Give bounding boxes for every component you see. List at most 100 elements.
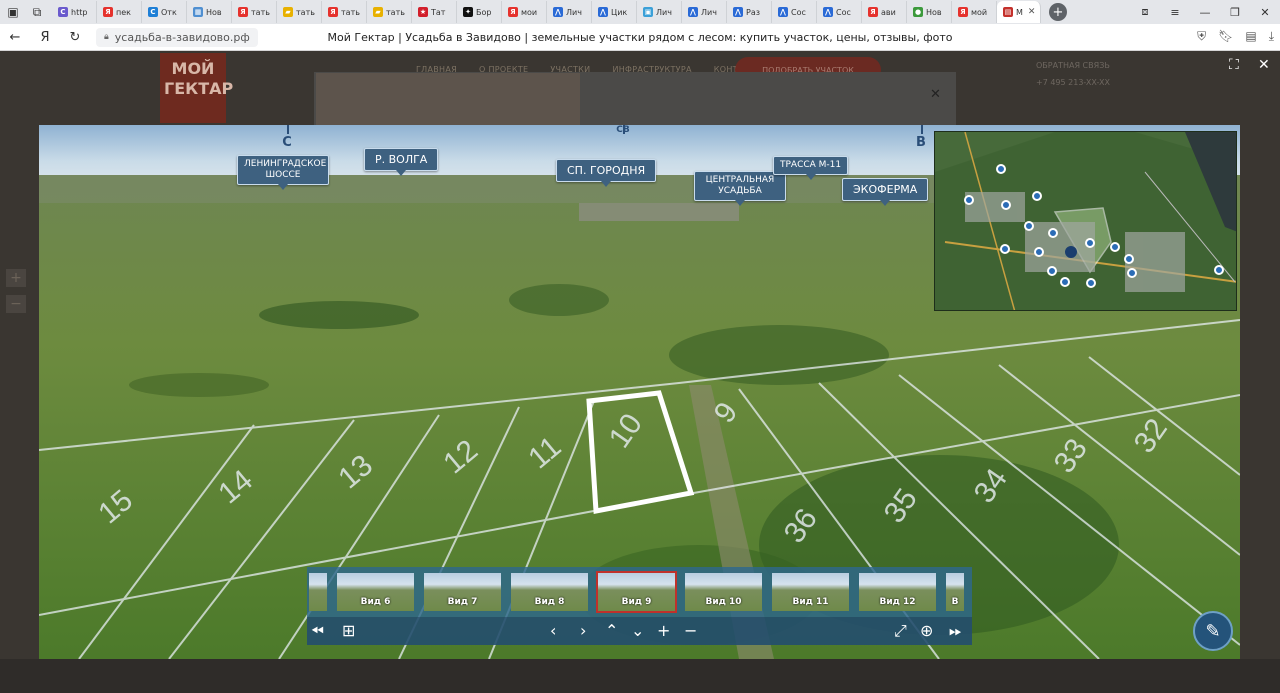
browser-tab[interactable]: ⋀ Цик — [592, 1, 637, 23]
tab-label: Тат — [431, 7, 446, 17]
view-thumbnail[interactable]: Вид 10 — [683, 571, 764, 613]
lock-icon: 🔒︎ — [104, 32, 109, 42]
restore-button[interactable]: ❐ — [1220, 6, 1250, 19]
close-overlay-icon[interactable]: ✕ — [1258, 57, 1270, 73]
browser-tab[interactable]: ✦ Бор — [457, 1, 502, 23]
minimap-pin[interactable] — [1001, 200, 1011, 210]
pan-right-icon[interactable]: › — [580, 620, 586, 642]
browser-tab[interactable]: ⋀ Coc — [817, 1, 862, 23]
minimap-pin[interactable] — [1060, 277, 1070, 287]
minimap-pin[interactable] — [996, 164, 1006, 174]
minimap-pin[interactable] — [1124, 254, 1134, 264]
browser-tab[interactable]: ▰ тать — [367, 1, 412, 23]
browser-tab[interactable]: ⋀ Coc — [772, 1, 817, 23]
minimap-pin[interactable] — [1047, 266, 1057, 276]
pan-down-icon[interactable]: ⌄ — [631, 620, 644, 642]
modal-close-icon[interactable]: ✕ — [930, 87, 941, 102]
browser-tab[interactable]: Chttp — [52, 1, 97, 23]
browser-tab[interactable]: ★ Тат — [412, 1, 457, 23]
tab-label: М — [1016, 7, 1023, 17]
bookmark-icon[interactable]: 🔖︎ — [1218, 29, 1233, 44]
minimap-pin[interactable] — [1214, 265, 1224, 275]
panorama-viewer[interactable]: 15141312111093635343332 ССВВ ЛЕНИНГРАДСК… — [39, 125, 1240, 659]
zoom-out-icon[interactable]: − — [6, 295, 26, 313]
browser-tab[interactable]: ⋀ Лич — [547, 1, 592, 23]
active-browser-tab[interactable]: ▤ М ✕ — [997, 1, 1041, 23]
browser-tab[interactable]: ▰ тать — [277, 1, 322, 23]
tab-label: Цик — [611, 7, 628, 17]
view-thumbnail[interactable] — [307, 571, 329, 613]
pan-left-icon[interactable]: ‹ — [550, 620, 556, 642]
address-actions: ⛨ 🔖︎ ▤ ⤓ — [1197, 29, 1274, 44]
url-text: усадьба-в-завидово.рф — [114, 30, 250, 44]
minimap-pin[interactable] — [1032, 191, 1042, 201]
minimap-pin[interactable] — [1085, 238, 1095, 248]
edit-plot-button[interactable]: ✎ — [1193, 611, 1233, 651]
new-tab-button[interactable]: + — [1049, 3, 1067, 21]
poi-label[interactable]: СП. ГОРОДНЯ — [556, 159, 657, 182]
poi-label[interactable]: Р. ВОЛГА — [364, 148, 439, 171]
fast-forward-icon[interactable]: ⏩︎ — [949, 620, 962, 642]
browser-tab[interactable]: ● Нов — [907, 1, 952, 23]
poi-label[interactable]: ЦЕНТРАЛЬНАЯ УСАДЬБА — [694, 171, 786, 201]
browser-tab[interactable]: ▣ Лич — [637, 1, 682, 23]
close-window-button[interactable]: ✕ — [1250, 6, 1280, 19]
pan-up-icon[interactable]: ⌃ — [605, 620, 618, 642]
tab-label: тать — [386, 7, 405, 17]
browser-tab[interactable]: Ятать — [232, 1, 277, 23]
collections-icon[interactable]: ⧈ — [1130, 5, 1160, 19]
minimap-pin[interactable] — [1000, 244, 1010, 254]
grid-view-icon[interactable]: ⊞ — [342, 620, 355, 642]
browser-tab[interactable]: ▦ Нов — [187, 1, 232, 23]
fullscreen-icon[interactable]: ⛶ — [1229, 57, 1239, 73]
back-button[interactable]: ← — [0, 30, 30, 45]
browser-tab[interactable]: Ямои — [502, 1, 547, 23]
view-thumbnail[interactable]: Вид 8 — [509, 571, 590, 613]
view-thumbnail[interactable]: Вид 7 — [422, 571, 503, 613]
browser-tab[interactable]: Ятать — [322, 1, 367, 23]
browser-tab[interactable]: Ямой — [952, 1, 997, 23]
minimap-pin[interactable] — [1048, 228, 1058, 238]
download-view-icon[interactable]: ⊕ — [920, 620, 933, 642]
download-icon[interactable]: ⤓ — [1269, 29, 1274, 44]
url-field[interactable]: 🔒︎ усадьба-в-завидово.рф — [96, 27, 258, 47]
view-thumbnail[interactable]: Вид 6 — [335, 571, 416, 613]
minimap-pin[interactable] — [1110, 242, 1120, 252]
tab-label: мой — [971, 7, 988, 17]
browser-tab[interactable]: C Отк — [142, 1, 187, 23]
address-bar: ← Я ↻ 🔒︎ усадьба-в-завидово.рф Мой Гекта… — [0, 24, 1280, 51]
new-window-icon[interactable]: ⧉ — [26, 1, 48, 23]
browser-tab[interactable]: ⋀ Лич — [682, 1, 727, 23]
view-thumbnail[interactable]: Вид 9 — [596, 571, 677, 613]
zoom-in-viewer-icon[interactable]: + — [657, 620, 670, 642]
zoom-in-icon[interactable]: + — [6, 269, 26, 287]
yandex-icon[interactable]: Я — [30, 30, 60, 45]
browser-tab[interactable]: Яави — [862, 1, 907, 23]
poi-label[interactable]: ЛЕНИНГРАДСКОЕ ШОССЕ — [237, 155, 329, 185]
zoom-out-viewer-icon[interactable]: − — [684, 620, 697, 642]
menu-icon[interactable]: ≡ — [1160, 6, 1190, 19]
minimize-button[interactable]: — — [1190, 6, 1220, 19]
feedback-link[interactable]: ОБРАТНАЯ СВЯЗЬ — [1036, 57, 1110, 74]
minimap-pin[interactable] — [1127, 268, 1137, 278]
protect-icon[interactable]: ⛨ — [1197, 29, 1206, 44]
close-tab-icon[interactable]: ✕ — [1028, 7, 1036, 17]
poi-label[interactable]: ЭКОФЕРМА — [842, 178, 929, 201]
rewind-icon[interactable]: ⏪︎ — [311, 620, 324, 642]
minimap-pin[interactable] — [1086, 278, 1096, 288]
expand-icon[interactable]: ⤢ — [894, 620, 907, 642]
poi-label[interactable]: ТРАССА М-11 — [773, 156, 849, 175]
minimap-pin[interactable] — [1024, 221, 1034, 231]
minimap-pin[interactable] — [964, 195, 974, 205]
reload-button[interactable]: ↻ — [60, 30, 90, 45]
tab-count-icon[interactable]: ▣ — [2, 1, 24, 23]
browser-tab[interactable]: ⋀ Раз — [727, 1, 772, 23]
minimap-pin[interactable] — [1034, 247, 1044, 257]
reader-icon[interactable]: ▤ — [1245, 29, 1256, 44]
view-thumbnail[interactable]: Вид 11 — [770, 571, 851, 613]
site-logo[interactable]: МОЙ ГЕКТАР — [160, 53, 233, 123]
minimap[interactable] — [934, 131, 1237, 311]
view-thumbnail[interactable]: Вид 12 — [857, 571, 938, 613]
browser-tab[interactable]: Япек — [97, 1, 142, 23]
view-thumbnail[interactable]: В — [944, 571, 966, 613]
